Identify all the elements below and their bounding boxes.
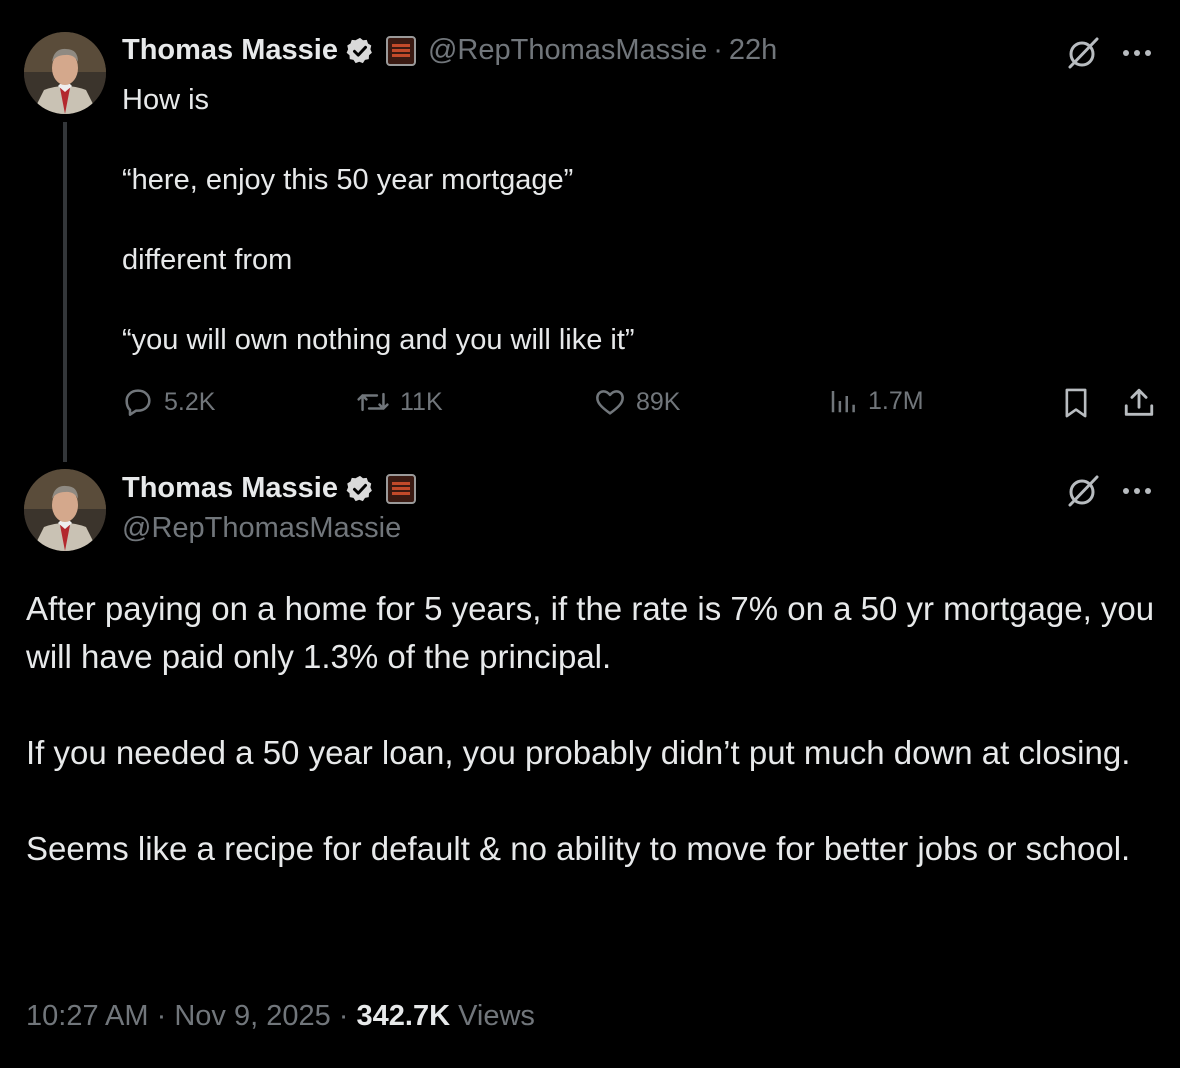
like-button[interactable]: 89K <box>594 386 680 418</box>
bookmark-icon <box>1065 388 1087 418</box>
like-count: 89K <box>636 387 681 416</box>
grok-icon[interactable] <box>1066 36 1100 70</box>
views-label: Views <box>458 1000 535 1032</box>
tweet-2-header: Thomas Massie <box>122 472 416 505</box>
views-icon <box>831 391 855 413</box>
author-name[interactable]: Thomas Massie <box>122 34 338 67</box>
reply-button[interactable]: 5.2K <box>122 386 215 418</box>
separator-dot: · <box>338 1000 349 1032</box>
avatar[interactable] <box>24 469 106 551</box>
tweet-1-header: Thomas Massie @RepThomasMassie · 22h <box>122 34 777 67</box>
bookmark-button[interactable] <box>1060 386 1092 420</box>
paragraph: If you needed a 50 year loan, you probab… <box>26 734 1131 771</box>
author-handle[interactable]: @RepThomasMassie <box>428 34 707 67</box>
tweet-2-text: After paying on a home for 5 years, if t… <box>26 585 1166 873</box>
share-icon <box>1124 388 1154 416</box>
author-handle[interactable]: @RepThomasMassie <box>122 512 401 545</box>
timestamp[interactable]: 10:27 AM <box>26 1000 149 1032</box>
author-name[interactable]: Thomas Massie <box>122 472 338 505</box>
repost-icon <box>357 392 389 412</box>
views-total: 342.7K <box>356 1000 451 1032</box>
affiliate-badge-icon[interactable] <box>385 473 416 504</box>
paragraph: Seems like a recipe for default & no abi… <box>26 830 1131 867</box>
grok-icon[interactable] <box>1066 474 1100 508</box>
like-icon <box>596 390 624 415</box>
repost-count: 11K <box>400 387 443 416</box>
affiliate-badge-icon[interactable] <box>385 35 416 66</box>
reply-count: 5.2K <box>164 387 216 416</box>
tweet-time[interactable]: 22h <box>729 34 777 67</box>
paragraph: After paying on a home for 5 years, if t… <box>26 590 1155 675</box>
tweet-2-meta: 10:27 AM · Nov 9, 2025 · 342.7K Views <box>26 1000 535 1033</box>
thread-line <box>63 122 67 462</box>
repost-button[interactable]: 11K <box>356 386 443 418</box>
views-button[interactable]: 1.7M <box>828 386 924 416</box>
views-count: 1.7M <box>868 386 924 415</box>
reply-icon <box>125 389 151 416</box>
verified-badge-icon[interactable] <box>345 36 375 66</box>
share-button[interactable] <box>1122 386 1156 420</box>
date[interactable]: Nov 9, 2025 <box>174 1000 330 1032</box>
separator-dot: · <box>156 1000 167 1032</box>
avatar[interactable] <box>24 32 106 114</box>
tweet-1-actions: 5.2K 11K 89K 1.7M <box>122 386 1162 426</box>
tweet-1-top-icons <box>1066 36 1152 70</box>
tweet-1-text: How is “here, enjoy this 50 year mortgag… <box>122 84 635 356</box>
tweet-2-top-icons <box>1066 474 1152 508</box>
more-icon[interactable] <box>1122 48 1152 58</box>
more-icon[interactable] <box>1122 486 1152 496</box>
verified-badge-icon[interactable] <box>345 474 375 504</box>
separator-dot: · <box>713 34 723 66</box>
